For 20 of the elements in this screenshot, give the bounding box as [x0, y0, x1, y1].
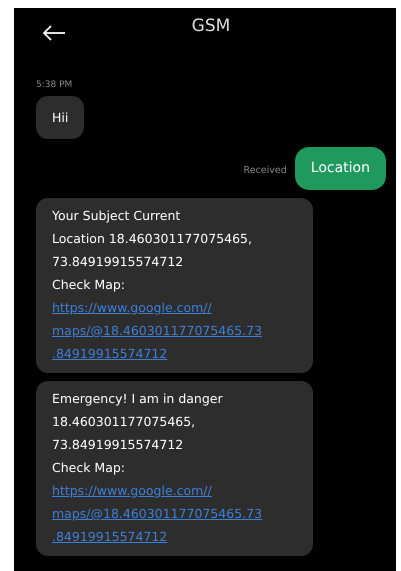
map-link[interactable]: https://www.google.com// [52, 296, 297, 319]
message-text: Hii [52, 109, 68, 127]
map-link[interactable]: .84919915574712 [52, 525, 297, 548]
map-link[interactable]: maps/@18.460301177075465.73 [52, 319, 297, 342]
chat-title: GSM [192, 16, 230, 36]
message-text: Check Map: [52, 459, 126, 477]
message-text: Your Subject Current [52, 207, 182, 225]
message-text: 18.460301177075465, [52, 413, 196, 431]
map-link[interactable]: maps/@18.460301177075465.73 [52, 502, 297, 525]
message-text: Emergency! I am in danger [52, 390, 224, 408]
message-time: 5:38 PM [36, 80, 72, 90]
message-text: 73.84919915574712 [52, 436, 184, 454]
map-link[interactable]: .84919915574712 [52, 342, 297, 365]
message-text: Location [310, 159, 370, 178]
message-text: Location 18.460301177075465, [52, 230, 253, 248]
message-text: Check Map: [52, 276, 126, 294]
delivery-status: Received [244, 165, 287, 176]
map-link[interactable]: https://www.google.com// [52, 479, 297, 502]
message-text: 73.84919915574712 [52, 253, 184, 271]
back-arrow-icon[interactable] [42, 25, 66, 41]
